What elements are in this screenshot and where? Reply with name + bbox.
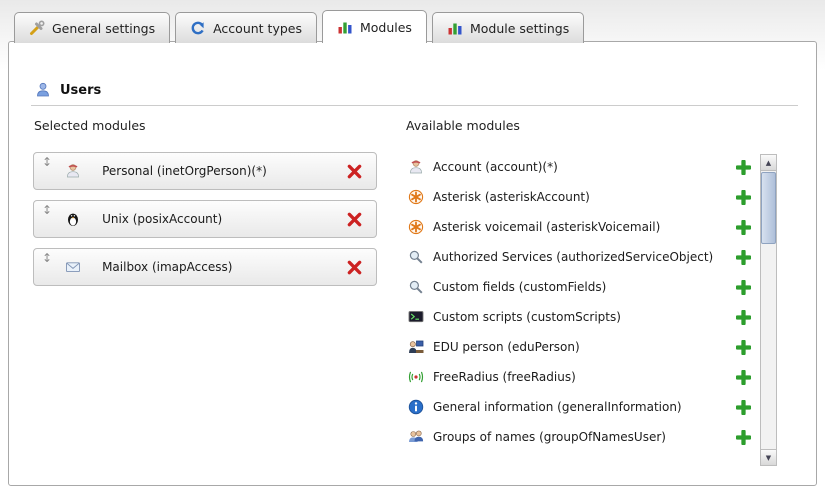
section-divider: [31, 105, 798, 106]
green-plus-icon: [736, 220, 751, 235]
magnifier-icon: [408, 249, 424, 265]
green-plus-icon: [736, 160, 751, 175]
available-module-label: FreeRadius (freeRadius): [433, 370, 734, 384]
available-module-label: Asterisk (asteriskAccount): [433, 190, 734, 204]
add-module-button[interactable]: [734, 188, 752, 206]
selected-module-row: ↕ Unix (posixAccount): [33, 200, 377, 238]
drag-handle[interactable]: ↕: [42, 249, 52, 264]
add-module-button[interactable]: [734, 218, 752, 236]
available-module-row: Custom fields (customFields): [406, 272, 756, 302]
tab-module-settings[interactable]: Module settings: [432, 12, 584, 43]
available-module-row: FreeRadius (freeRadius): [406, 362, 756, 392]
asterisk-icon: [408, 219, 424, 235]
available-module-label: Account (account)(*): [433, 160, 734, 174]
available-modules-list: Account (account)(*) Asterisk (ast: [406, 152, 756, 452]
add-module-button[interactable]: [734, 308, 752, 326]
add-module-button[interactable]: [734, 368, 752, 386]
available-module-row: Groups of names (groupOfNamesUser): [406, 422, 756, 452]
selected-module-row: ↕ Personal (inetOrgPerson)(*): [33, 152, 377, 190]
available-module-label: Custom scripts (customScripts): [433, 310, 734, 324]
scrollbar-up-button[interactable]: ▲: [761, 155, 776, 171]
tab-account-types[interactable]: Account types: [175, 12, 317, 43]
tab-modules[interactable]: Modules: [322, 10, 427, 43]
drag-handle[interactable]: ↕: [42, 153, 52, 168]
green-plus-icon: [736, 370, 751, 385]
available-module-label: Authorized Services (authorizedServiceOb…: [433, 250, 734, 264]
available-module-label: EDU person (eduPerson): [433, 340, 734, 354]
tab-label: Modules: [360, 20, 412, 35]
refresh-icon: [190, 20, 206, 36]
asterisk-icon: [408, 189, 424, 205]
bar-chart-icon: [337, 19, 353, 35]
drag-handle[interactable]: ↕: [42, 201, 52, 216]
add-module-button[interactable]: [734, 338, 752, 356]
available-module-label: General information (generalInformation): [433, 400, 734, 414]
users-section-heading: Users: [35, 82, 101, 98]
selected-module-label: Unix (posixAccount): [102, 212, 222, 226]
add-module-button[interactable]: [734, 248, 752, 266]
add-module-button[interactable]: [734, 158, 752, 176]
available-module-row: Asterisk voicemail (asteriskVoicemail): [406, 212, 756, 242]
selected-module-row: ↕ Mailbox (imapAccess): [33, 248, 377, 286]
user-icon: [35, 82, 51, 98]
tab-label: General settings: [52, 21, 155, 36]
available-module-row: Account (account)(*): [406, 152, 756, 182]
terminal-icon: [408, 309, 424, 325]
envelope-icon: [65, 259, 81, 275]
green-plus-icon: [736, 400, 751, 415]
remove-module-button[interactable]: [345, 162, 363, 180]
green-plus-icon: [736, 190, 751, 205]
selected-module-label: Mailbox (imapAccess): [102, 260, 232, 274]
green-plus-icon: [736, 430, 751, 445]
tools-icon: [29, 20, 45, 36]
add-module-button[interactable]: [734, 398, 752, 416]
green-plus-icon: [736, 280, 751, 295]
red-x-icon: [347, 212, 362, 227]
available-module-row: General information (generalInformation): [406, 392, 756, 422]
magnifier-icon: [408, 279, 424, 295]
selected-modules-list: ↕ Personal (inetOrgPerson)(*) ↕: [33, 152, 377, 296]
person-icon: [65, 163, 81, 179]
green-plus-icon: [736, 340, 751, 355]
antenna-icon: [408, 369, 424, 385]
selected-modules-header: Selected modules: [34, 118, 146, 133]
available-module-label: Custom fields (customFields): [433, 280, 734, 294]
available-module-label: Asterisk voicemail (asteriskVoicemail): [433, 220, 734, 234]
add-module-button[interactable]: [734, 278, 752, 296]
red-x-icon: [347, 260, 362, 275]
available-module-row: EDU person (eduPerson): [406, 332, 756, 362]
scrollbar-down-button[interactable]: ▼: [761, 449, 776, 465]
tab-label: Account types: [213, 21, 302, 36]
penguin-icon: [65, 211, 81, 227]
remove-module-button[interactable]: [345, 210, 363, 228]
modules-panel: Users Selected modules Available modules…: [8, 41, 817, 486]
available-module-label: Groups of names (groupOfNamesUser): [433, 430, 734, 444]
green-plus-icon: [736, 310, 751, 325]
remove-module-button[interactable]: [345, 258, 363, 276]
group-icon: [408, 429, 424, 445]
tab-general-settings[interactable]: General settings: [14, 12, 170, 43]
available-modules-scrollbar[interactable]: ▲ ▼: [760, 154, 777, 466]
tab-bar: General settings Account types Modules: [14, 10, 584, 43]
green-plus-icon: [736, 250, 751, 265]
tab-label: Module settings: [470, 21, 569, 36]
available-module-row: Custom scripts (customScripts): [406, 302, 756, 332]
available-module-row: Asterisk (asteriskAccount): [406, 182, 756, 212]
available-modules-header: Available modules: [406, 118, 520, 133]
available-module-row: Authorized Services (authorizedServiceOb…: [406, 242, 756, 272]
add-module-button[interactable]: [734, 428, 752, 446]
person-icon: [408, 159, 424, 175]
red-x-icon: [347, 164, 362, 179]
selected-module-label: Personal (inetOrgPerson)(*): [102, 164, 267, 178]
section-title: Users: [60, 83, 101, 98]
bar-chart-icon: [447, 20, 463, 36]
info-icon: [408, 399, 424, 415]
edu-person-icon: [408, 339, 424, 355]
scrollbar-thumb[interactable]: [761, 172, 776, 244]
lam-configuration-screen: General settings Account types Modules: [0, 0, 825, 486]
